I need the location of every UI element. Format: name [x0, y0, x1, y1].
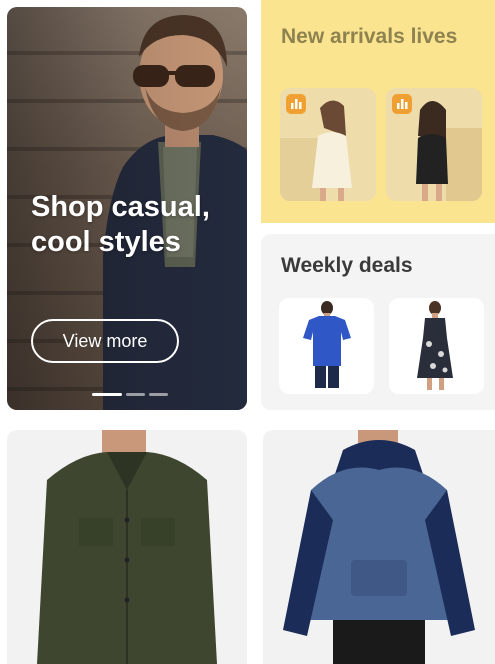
live-thumbnail[interactable] [280, 88, 376, 201]
carousel-dot-active[interactable] [92, 393, 122, 396]
hero-banner[interactable]: Shop casual, cool styles View more [7, 7, 247, 410]
live-thumbnail[interactable] [386, 88, 482, 201]
live-chart-icon [392, 94, 412, 114]
product-card-navy-raglan-hoodie[interactable] [263, 430, 495, 664]
product-card-olive-shirt-jacket[interactable] [7, 430, 247, 664]
blue-tshirt-image [303, 301, 351, 388]
new-arrivals-title: New arrivals lives [281, 25, 458, 48]
live-chart-icon [286, 94, 306, 114]
weekly-deals-card[interactable]: Weekly deals [261, 234, 495, 410]
hero-title: Shop casual, cool styles [31, 191, 210, 258]
navy-raglan-hoodie-image [283, 430, 475, 664]
carousel-dot[interactable] [149, 393, 168, 396]
weekly-deals-title: Weekly deals [281, 254, 413, 277]
view-more-button[interactable]: View more [31, 319, 179, 363]
carousel-indicator [92, 393, 168, 396]
olive-shirt-jacket-image [37, 430, 217, 664]
floral-dress-image [417, 301, 453, 390]
deal-item-blue-tshirt[interactable] [279, 298, 374, 394]
new-arrivals-card[interactable]: New arrivals lives [261, 0, 495, 223]
carousel-dot[interactable] [126, 393, 145, 396]
deal-item-floral-dress[interactable] [389, 298, 484, 394]
